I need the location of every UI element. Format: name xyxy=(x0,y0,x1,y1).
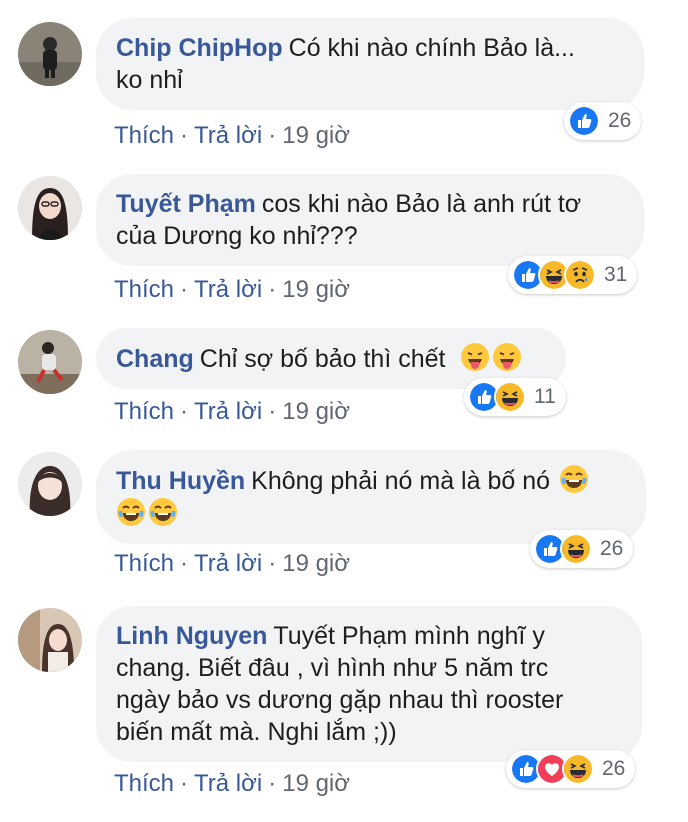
avatar[interactable] xyxy=(18,22,82,86)
separator: · xyxy=(180,276,189,303)
comment-author[interactable]: Chip ChipHop xyxy=(116,34,283,62)
like-reaction-icon xyxy=(568,105,600,137)
laughing-tears-emoji-icon xyxy=(116,497,146,527)
sad-reaction-icon xyxy=(564,259,596,291)
reaction-summary[interactable]: 31 xyxy=(508,256,638,294)
separator: · xyxy=(180,770,189,797)
tongue-emoji-icon xyxy=(492,342,522,372)
reaction-count: 11 xyxy=(534,385,556,408)
comment-actions: Thích · Trả lời · 19 giờ xyxy=(114,122,350,150)
reaction-summary[interactable]: 26 xyxy=(506,750,636,788)
avatar[interactable] xyxy=(18,176,82,240)
reaction-count: 26 xyxy=(600,537,624,560)
separator: · xyxy=(268,550,277,577)
reply-link[interactable]: Trả lời xyxy=(194,276,262,303)
avatar[interactable] xyxy=(18,608,82,672)
reply-link[interactable]: Trả lời xyxy=(194,770,262,797)
like-link[interactable]: Thích xyxy=(114,122,174,149)
separator: · xyxy=(180,550,189,577)
comment-author[interactable]: Linh Nguyen xyxy=(116,622,267,650)
comment-text: Chỉ sợ bố bảo thì chết xyxy=(199,345,446,373)
comment-actions: Thích · Trả lời · 19 giờ xyxy=(114,770,350,798)
haha-reaction-icon xyxy=(494,381,526,413)
comment-text: của Dương ko nhỉ??? xyxy=(116,222,358,250)
comment-actions: Thích · Trả lời · 19 giờ xyxy=(114,550,350,578)
comment-text: Tuyết Phạm mình nghĩ y xyxy=(273,622,545,650)
separator: · xyxy=(268,770,277,797)
comment-bubble: Tuyết Phạm cos khi nào Bảo là anh rút tơ … xyxy=(96,174,644,266)
timestamp[interactable]: 19 giờ xyxy=(282,770,350,797)
comment-text: Có khi nào chính Bảo là... xyxy=(288,34,575,62)
like-link[interactable]: Thích xyxy=(114,276,174,303)
reply-link[interactable]: Trả lời xyxy=(194,398,262,425)
comment-text: cos khi nào Bảo là anh rút tơ xyxy=(261,190,582,218)
timestamp[interactable]: 19 giờ xyxy=(282,550,350,577)
reaction-count: 26 xyxy=(602,757,626,780)
like-link[interactable]: Thích xyxy=(114,770,174,797)
laughing-tears-emoji-icon xyxy=(559,464,589,494)
like-link[interactable]: Thích xyxy=(114,550,174,577)
separator: · xyxy=(268,122,277,149)
reaction-summary[interactable]: 11 xyxy=(464,378,566,416)
timestamp[interactable]: 19 giờ xyxy=(282,398,350,425)
laughing-tears-emoji-icon xyxy=(148,497,178,527)
avatar[interactable] xyxy=(18,452,82,516)
comment-text: chang. Biết đâu , vì hình như 5 năm trc xyxy=(116,654,549,682)
reply-link[interactable]: Trả lời xyxy=(194,122,262,149)
separator: · xyxy=(268,398,277,425)
comment-author[interactable]: Chang xyxy=(116,345,194,373)
comment-author[interactable]: Thu Huyền xyxy=(116,467,245,495)
comment-bubble: Chip ChipHop Có khi nào chính Bảo là... k… xyxy=(96,18,644,110)
comment-text: ngày bảo vs dương gặp nhau thì rooster xyxy=(116,686,564,714)
comment-bubble: Linh Nguyen Tuyết Phạm mình nghĩ y chang.… xyxy=(96,606,642,762)
comment-actions: Thích · Trả lời · 19 giờ xyxy=(114,276,350,304)
comment-text: biến mất mà. Nghi lắm ;)) xyxy=(116,718,397,746)
comment-text: Không phải nó mà là bố nó xyxy=(251,467,551,495)
reaction-count: 31 xyxy=(604,263,628,286)
haha-reaction-icon xyxy=(560,533,592,565)
reply-link[interactable]: Trả lời xyxy=(194,550,262,577)
comment-actions: Thích · Trả lời · 19 giờ xyxy=(114,398,350,426)
reaction-summary[interactable]: 26 xyxy=(564,102,642,140)
comment-text: ko nhỉ xyxy=(116,66,183,94)
separator: · xyxy=(268,276,277,303)
comment-author[interactable]: Tuyết Phạm xyxy=(116,190,256,218)
reaction-count: 26 xyxy=(608,109,632,132)
like-link[interactable]: Thích xyxy=(114,398,174,425)
avatar[interactable] xyxy=(18,330,82,394)
reaction-summary[interactable]: 26 xyxy=(530,530,634,568)
tongue-emoji-icon xyxy=(460,342,490,372)
timestamp[interactable]: 19 giờ xyxy=(282,276,350,303)
separator: · xyxy=(180,398,189,425)
timestamp[interactable]: 19 giờ xyxy=(282,122,350,149)
haha-reaction-icon xyxy=(562,753,594,785)
separator: · xyxy=(180,122,189,149)
